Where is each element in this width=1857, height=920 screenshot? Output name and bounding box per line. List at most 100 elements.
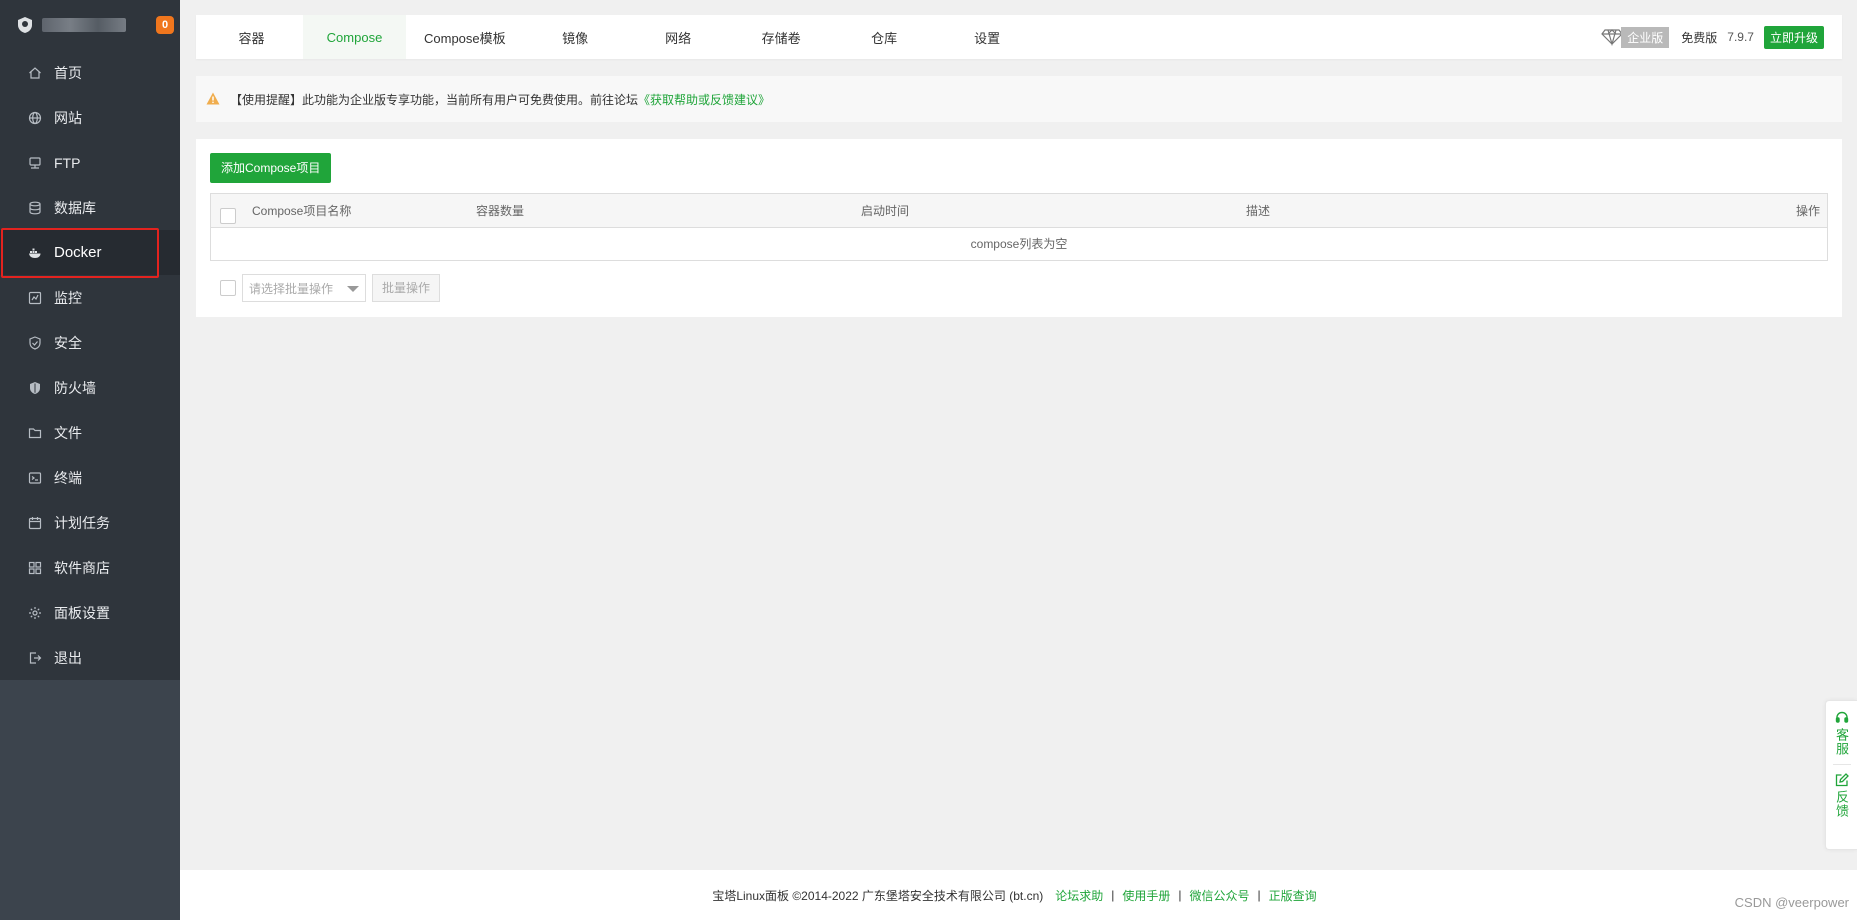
tab-registry[interactable]: 仓库 — [833, 15, 936, 59]
sidebar-item-label: 退出 — [54, 649, 82, 666]
sidebar-item-store[interactable]: 软件商店 — [0, 545, 180, 590]
feedback-label: 反馈 — [1834, 790, 1849, 818]
sidebar-item-database[interactable]: 数据库 — [0, 185, 180, 230]
monitor-icon — [28, 291, 42, 305]
server-name-blurred — [42, 18, 126, 32]
sidebar-item-firewall[interactable]: 防火墙 — [0, 365, 180, 410]
sidebar-item-label: 面板设置 — [54, 604, 110, 621]
gear-icon — [28, 606, 42, 620]
sidebar-item-label: 数据库 — [54, 199, 96, 216]
sidebar-item-monitor[interactable]: 监控 — [0, 275, 180, 320]
sidebar-item-security[interactable]: 安全 — [0, 320, 180, 365]
ftp-icon — [28, 156, 42, 170]
customer-service-label: 客服 — [1834, 728, 1849, 756]
sidebar-item-label: 终端 — [54, 469, 82, 486]
add-compose-button[interactable]: 添加Compose项目 — [210, 153, 332, 183]
sidebar-item-label: 首页 — [54, 64, 82, 81]
diamond-icon — [1601, 28, 1624, 46]
sidebar-item-website[interactable]: 网站 — [0, 95, 180, 140]
sidebar-item-files[interactable]: 文件 — [0, 410, 180, 455]
batch-bar: 请选择批量操作 批量操作 — [220, 274, 441, 302]
warning-icon — [206, 92, 222, 106]
globe-icon — [28, 111, 42, 125]
sidebar-item-logout[interactable]: 退出 — [0, 635, 180, 680]
logout-icon — [28, 651, 42, 665]
edit-icon — [1835, 773, 1849, 787]
table-header: Compose项目名称 容器数量 启动时间 描述 操作 — [211, 194, 1827, 228]
tab-network[interactable]: 网络 — [627, 15, 730, 59]
footer-link-forum[interactable]: 论坛求助 — [1055, 887, 1103, 904]
sidebar-item-docker[interactable]: Docker — [0, 230, 180, 275]
folder-icon — [28, 426, 42, 440]
watermark: CSDN @veerpower — [1734, 895, 1849, 910]
tab-settings[interactable]: 设置 — [936, 15, 1039, 59]
sidebar-menu: 0 首页 网站 FTP 数据库 Docker 监控 安全 防火墙 文件 终端 计… — [0, 0, 180, 680]
brand: 0 — [0, 0, 180, 50]
select-all-checkbox[interactable] — [220, 208, 236, 224]
enterprise-badge[interactable]: 企业版 — [1601, 26, 1670, 48]
float-divider — [1832, 764, 1851, 765]
sidebar-item-home[interactable]: 首页 — [0, 50, 180, 95]
upgrade-button[interactable]: 立即升级 — [1763, 25, 1824, 49]
database-icon — [28, 201, 42, 215]
footer-link-wechat[interactable]: 微信公众号 — [1190, 887, 1250, 904]
footer-separator: | — [1257, 888, 1261, 902]
sidebar-item-label: 网站 — [54, 109, 82, 126]
version-number: 7.9.7 — [1727, 30, 1754, 44]
sidebar-item-label: 软件商店 — [54, 559, 110, 576]
tab-container[interactable]: 容器 — [200, 15, 303, 59]
batch-select-checkbox[interactable] — [220, 280, 236, 296]
tab-compose-template[interactable]: Compose模板 — [406, 15, 524, 59]
column-operations: 操作 — [1795, 204, 1820, 218]
compose-panel: 添加Compose项目 Compose项目名称 容器数量 启动时间 描述 操作 … — [196, 139, 1842, 317]
empty-state: compose列表为空 — [970, 237, 1068, 251]
copyright-text: 宝塔Linux面板 ©2014-2022 广东堡塔安全技术有限公司 (bt.cn… — [712, 888, 1044, 903]
sidebar-item-label: Docker — [54, 244, 102, 261]
footer-link-license[interactable]: 正版查询 — [1269, 887, 1317, 904]
shield-icon — [28, 335, 42, 350]
tab-compose[interactable]: Compose — [303, 15, 406, 59]
grid-icon — [28, 561, 42, 575]
batch-operation-select[interactable]: 请选择批量操作 — [242, 274, 366, 302]
footer-link-manual[interactable]: 使用手册 — [1122, 887, 1170, 904]
sidebar-item-label: 计划任务 — [54, 514, 110, 531]
footer: 宝塔Linux面板 ©2014-2022 广东堡塔安全技术有限公司 (bt.cn… — [180, 870, 1857, 920]
sidebar-item-label: 防火墙 — [54, 379, 96, 396]
sidebar-item-ftp[interactable]: FTP — [0, 140, 180, 185]
calendar-icon — [28, 516, 42, 530]
tabs: 容器 Compose Compose模板 镜像 网络 存储卷 仓库 设置 — [196, 15, 1039, 59]
column-description: 描述 — [1246, 204, 1271, 218]
float-service-widget: 客服 反馈 — [1825, 700, 1857, 850]
sidebar-item-cron[interactable]: 计划任务 — [0, 500, 180, 545]
logo-icon — [16, 16, 34, 34]
enterprise-label: 企业版 — [1621, 26, 1670, 48]
column-container-count[interactable]: 容器数量 — [476, 194, 524, 228]
tab-volume[interactable]: 存储卷 — [730, 15, 833, 59]
help-feedback-link[interactable]: 《获取帮助或反馈建议》 — [638, 91, 770, 108]
select-all-checkbox-wrap — [220, 203, 236, 224]
notice-text: 【使用提醒】此功能为企业版专享功能，当前所有用户可免费使用。前往论坛 — [230, 92, 639, 107]
home-icon — [28, 66, 42, 80]
feedback-button[interactable]: 反馈 — [1826, 773, 1857, 818]
batch-select-placeholder: 请选择批量操作 — [249, 281, 334, 296]
footer-separator: | — [1178, 888, 1182, 902]
tab-image[interactable]: 镜像 — [524, 15, 627, 59]
footer-separator: | — [1111, 888, 1115, 902]
column-name[interactable]: Compose项目名称 — [252, 194, 351, 228]
sidebar-item-terminal[interactable]: 终端 — [0, 455, 180, 500]
docker-icon — [28, 246, 42, 260]
version-info: 企业版 免费版 7.9.7 立即升级 — [1601, 25, 1842, 49]
free-edition-label: 免费版 — [1681, 30, 1718, 45]
compose-table: Compose项目名称 容器数量 启动时间 描述 操作 compose列表为空 — [210, 193, 1828, 261]
sidebar-item-label: FTP — [54, 154, 81, 171]
terminal-icon — [28, 471, 42, 485]
batch-operation-button[interactable]: 批量操作 — [372, 274, 441, 302]
firewall-icon — [28, 381, 42, 395]
sidebar-item-label: 安全 — [54, 334, 82, 351]
chevron-down-icon — [347, 286, 359, 292]
column-start-time[interactable]: 启动时间 — [861, 194, 909, 228]
notification-badge[interactable]: 0 — [156, 16, 174, 34]
sidebar: 0 首页 网站 FTP 数据库 Docker 监控 安全 防火墙 文件 终端 计… — [0, 0, 180, 920]
sidebar-item-settings[interactable]: 面板设置 — [0, 590, 180, 635]
customer-service-button[interactable]: 客服 — [1826, 711, 1857, 756]
